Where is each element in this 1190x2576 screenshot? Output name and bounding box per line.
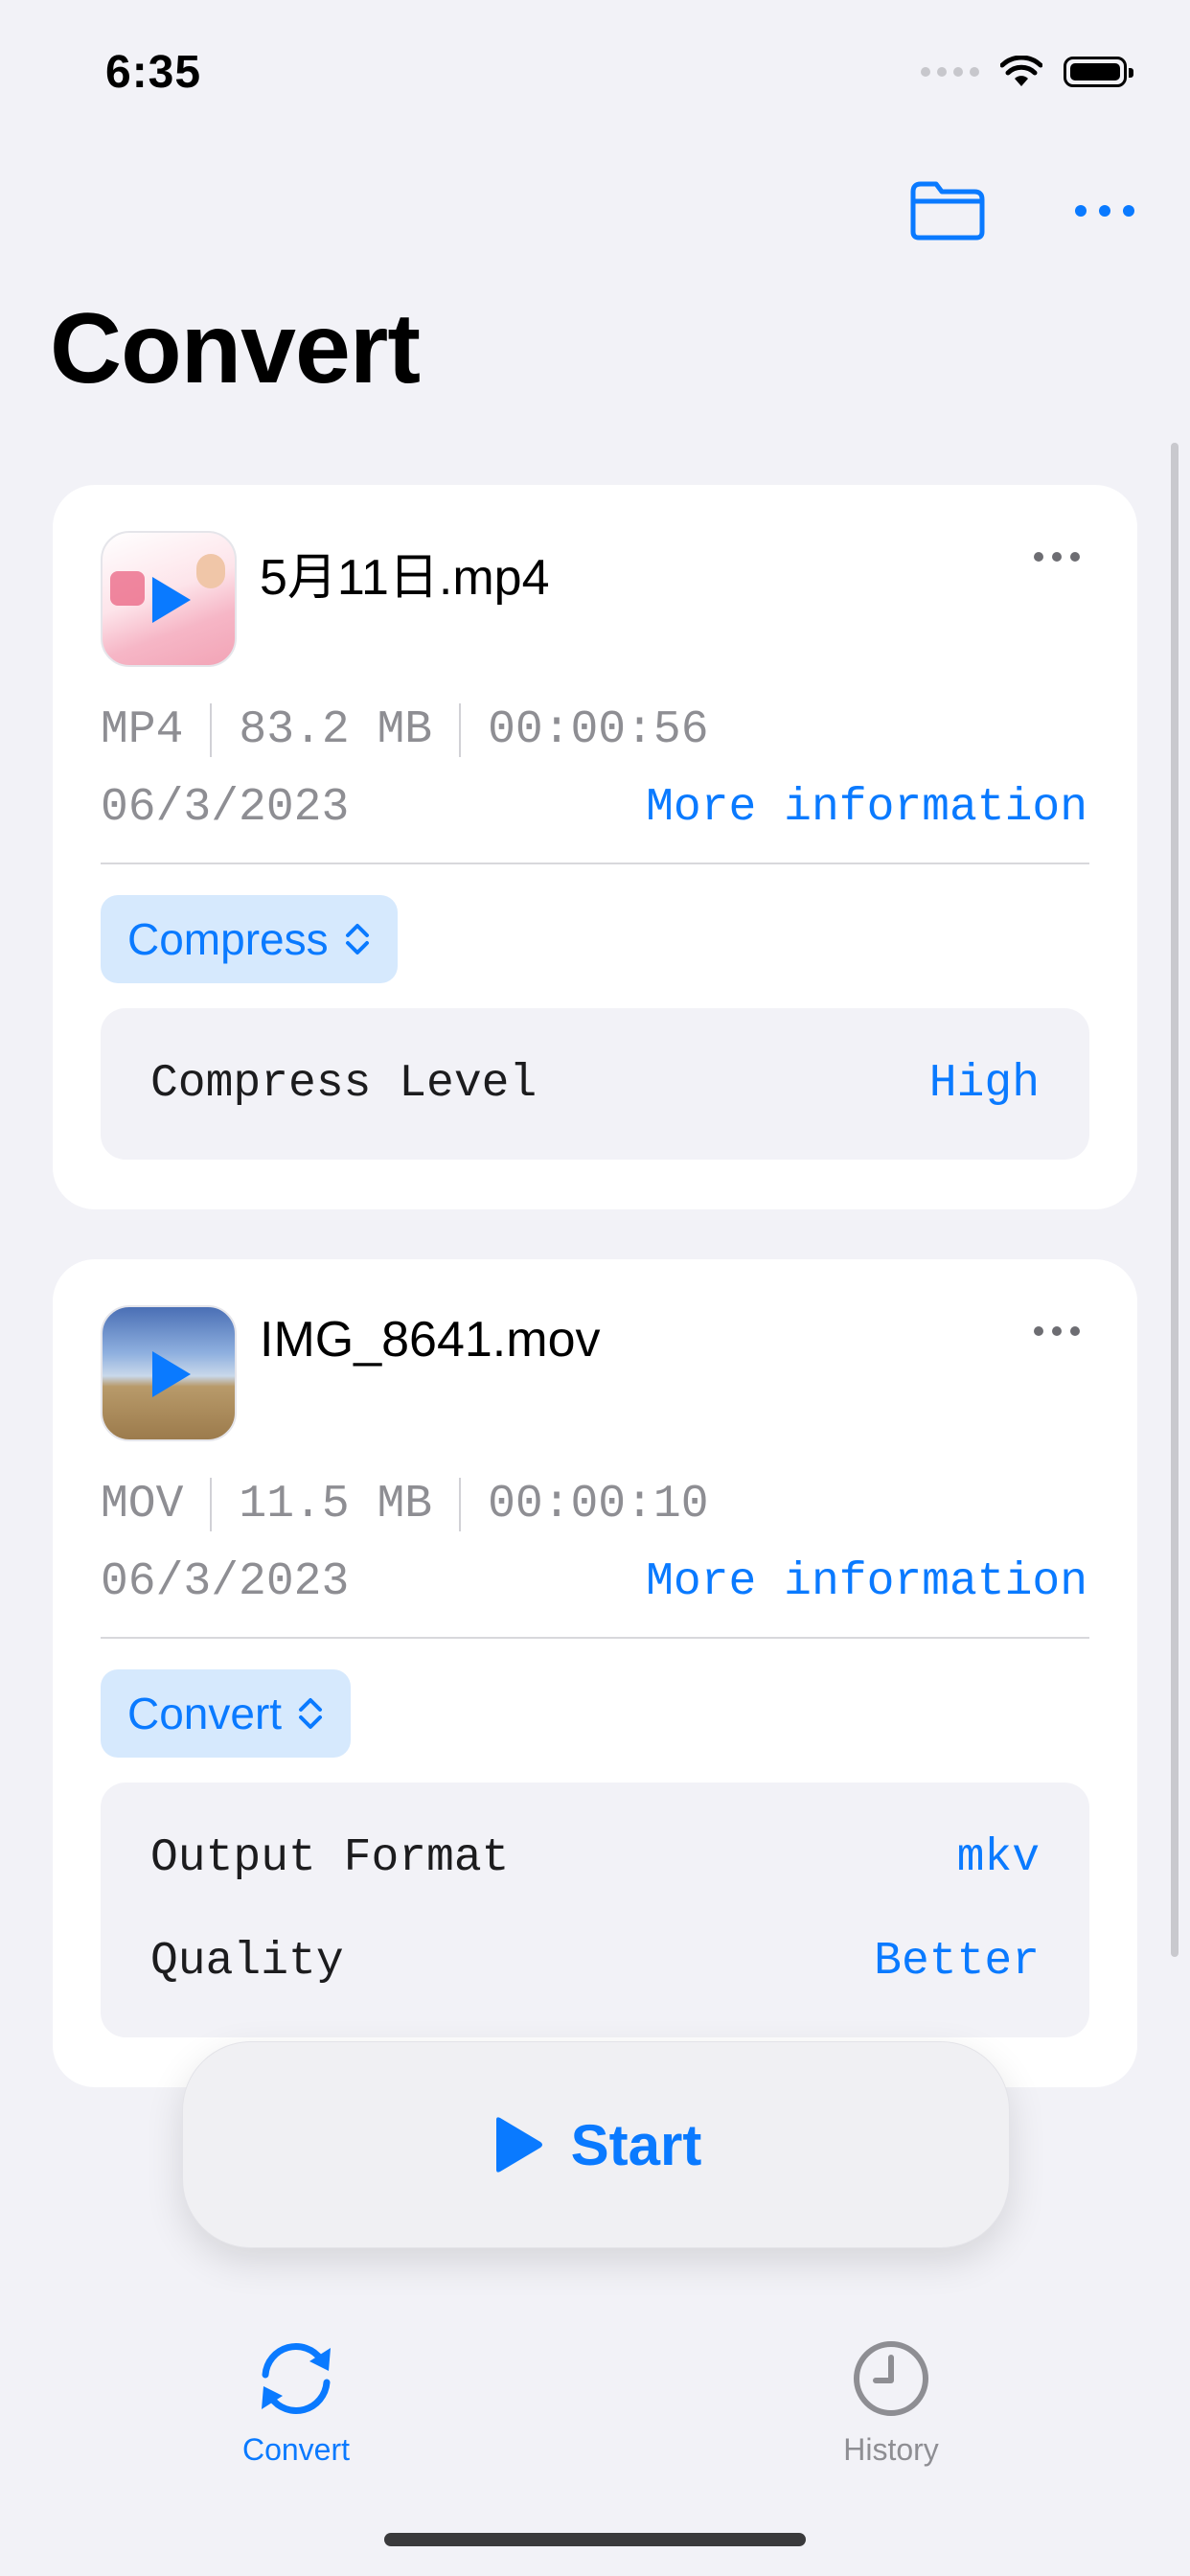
options-panel: Compress Level High [101, 1008, 1089, 1160]
file-format: MOV [101, 1479, 184, 1530]
file-name: 5月11日.mp4 [260, 550, 550, 606]
chevron-up-down-icon [299, 1698, 323, 1729]
file-date: 06/3/2023 [101, 782, 350, 834]
file-name: IMG_8641.mov [260, 1312, 601, 1368]
file-duration: 00:00:56 [488, 704, 709, 756]
option-value[interactable]: High [929, 1058, 1040, 1110]
option-value[interactable]: Better [874, 1936, 1040, 1988]
option-row[interactable]: Output Format mkv [150, 1832, 1040, 1884]
play-icon [152, 1351, 191, 1397]
tab-history[interactable]: History [776, 2338, 1006, 2468]
video-thumbnail[interactable] [101, 1305, 237, 1441]
folder-icon [910, 181, 985, 241]
status-indicators [921, 56, 1133, 88]
play-icon [495, 2117, 542, 2173]
page-title: Convert [50, 293, 421, 404]
mode-selector[interactable]: Compress [101, 895, 398, 983]
start-label: Start [570, 2112, 702, 2177]
video-thumbnail[interactable] [101, 531, 237, 667]
options-panel: Output Format mkv Quality Better [101, 1782, 1089, 2037]
file-options-button[interactable] [1034, 552, 1080, 562]
status-time: 6:35 [105, 47, 202, 98]
file-card: 5月11日.mp4 MP4 83.2 MB 00:00:56 06/3/2023… [53, 485, 1137, 1209]
file-date: 06/3/2023 [101, 1556, 350, 1608]
file-meta: MOV 11.5 MB 00:00:10 [101, 1478, 709, 1531]
option-row[interactable]: Quality Better [150, 1936, 1040, 1988]
mode-selector[interactable]: Convert [101, 1669, 352, 1758]
play-icon [152, 577, 191, 623]
battery-icon [1064, 57, 1133, 87]
file-size: 11.5 MB [239, 1479, 433, 1530]
divider [101, 1637, 1089, 1639]
more-options-button[interactable] [1062, 172, 1148, 249]
scrollbar[interactable] [1171, 443, 1179, 1957]
clock-icon [854, 2341, 928, 2416]
tab-label: History [843, 2432, 939, 2467]
more-information-link[interactable]: More information [646, 782, 1087, 834]
file-options-button[interactable] [1034, 1326, 1080, 1336]
convert-arrows-icon [262, 2343, 331, 2414]
option-label: Compress Level [150, 1058, 538, 1110]
file-card: IMG_8641.mov MOV 11.5 MB 00:00:10 06/3/2… [53, 1259, 1137, 2087]
option-row[interactable]: Compress Level High [150, 1058, 1040, 1110]
file-size: 83.2 MB [239, 704, 433, 756]
ellipsis-icon [1075, 205, 1134, 217]
mode-label: Convert [127, 1689, 283, 1738]
file-format: MP4 [101, 704, 184, 756]
chevron-up-down-icon [345, 924, 369, 954]
cellular-signal-icon [921, 67, 979, 77]
divider [101, 862, 1089, 864]
option-label: Output Format [150, 1832, 510, 1884]
file-duration: 00:00:10 [488, 1479, 709, 1530]
folder-button[interactable] [904, 172, 991, 249]
more-information-link[interactable]: More information [646, 1556, 1087, 1608]
start-button[interactable]: Start [182, 2041, 1010, 2248]
wifi-icon [1000, 56, 1042, 86]
option-label: Quality [150, 1936, 344, 1988]
home-indicator [384, 2533, 806, 2546]
tab-label: Convert [241, 2432, 351, 2467]
option-value[interactable]: mkv [957, 1832, 1040, 1884]
file-meta: MP4 83.2 MB 00:00:56 [101, 703, 709, 757]
tab-convert[interactable]: Convert [181, 2338, 411, 2468]
mode-label: Compress [127, 914, 329, 964]
